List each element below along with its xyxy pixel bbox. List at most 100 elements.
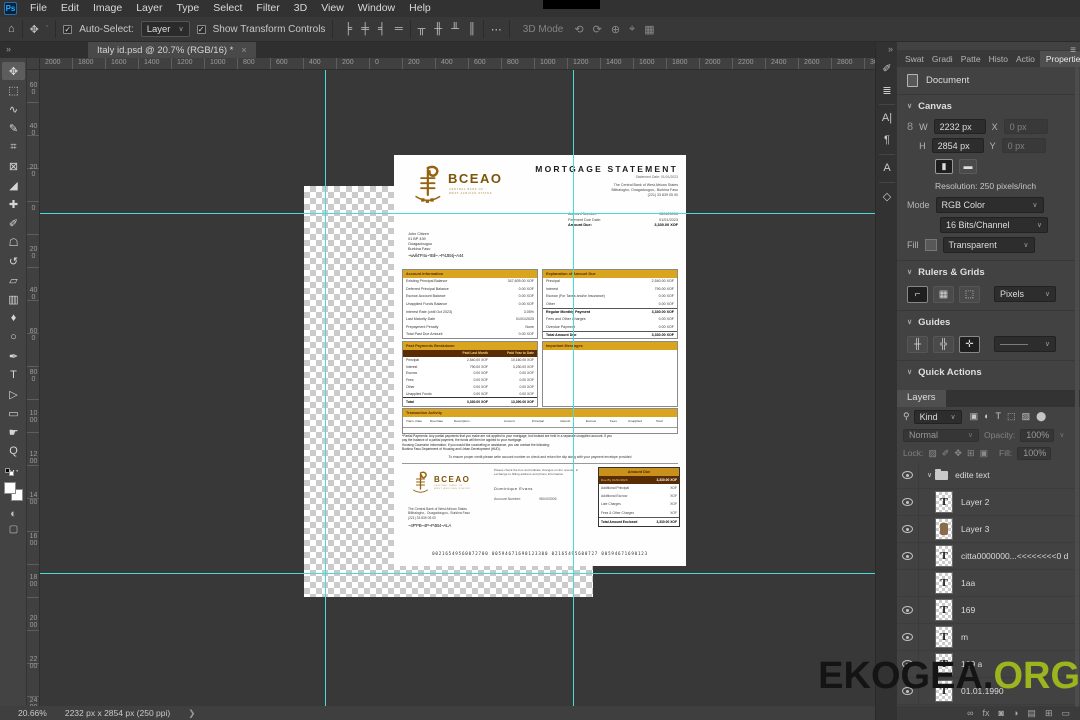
layer-visibility-cell[interactable]	[897, 623, 919, 651]
fill-input[interactable]: 100%	[1017, 446, 1052, 460]
photoshop-app-icon[interactable]: Ps	[4, 2, 17, 15]
guides-toggle-icon[interactable]: ✛	[959, 335, 980, 353]
more-options-icon[interactable]: ⋯	[491, 23, 502, 36]
path-selection-tool[interactable]: ▷	[2, 385, 25, 403]
layer-row[interactable]: T 169	[897, 596, 1080, 624]
lock-icon[interactable]: ✥	[954, 448, 962, 459]
menu-image[interactable]: Image	[86, 0, 129, 17]
show-transform-checkbox[interactable]: ✓	[196, 24, 206, 34]
brushes-panel-icon[interactable]: ✐	[876, 62, 898, 75]
vertical-guide[interactable]	[573, 70, 574, 706]
panel-tab-swat[interactable]: Swat	[902, 52, 927, 66]
history-brush-tool[interactable]: ↺	[2, 252, 25, 270]
menu-select[interactable]: Select	[206, 0, 249, 17]
panel-tab-gradi[interactable]: Gradi	[929, 52, 956, 66]
character-panel-icon[interactable]: A|	[876, 112, 898, 124]
menu-layer[interactable]: Layer	[129, 0, 169, 17]
zoom-tool[interactable]: Q	[2, 442, 25, 460]
layer-thumbnail[interactable]: T	[935, 572, 953, 594]
layer-row[interactable]: T Layer 2	[897, 488, 1080, 516]
eye-icon[interactable]	[902, 525, 913, 533]
libraries-panel-icon[interactable]: ◇	[876, 190, 898, 203]
quick-selection-tool[interactable]: ✎	[2, 119, 25, 137]
guides-toggle-icon[interactable]: ╫	[907, 335, 928, 353]
layer-visibility-cell[interactable]	[897, 596, 919, 624]
distribute-icon[interactable]: ║	[468, 23, 476, 35]
eye-icon[interactable]	[902, 471, 913, 479]
layer-mask-icon[interactable]: ◙	[999, 708, 1004, 718]
dodge-tool[interactable]: ○	[2, 328, 25, 346]
align-icon[interactable]: ═	[395, 23, 403, 35]
quick-actions-section-header[interactable]: ∨ Quick Actions	[897, 361, 1080, 383]
panel-menu-icon[interactable]: ≡	[1070, 45, 1076, 56]
eraser-tool[interactable]: ▱	[2, 271, 25, 289]
opacity-input[interactable]: 100%	[1020, 428, 1055, 442]
toolbar-collapse-icon[interactable]: »	[6, 44, 11, 54]
frame-tool[interactable]: ⊠	[2, 157, 25, 175]
canvas-x-input[interactable]: 0 px	[1003, 119, 1048, 134]
hand-tool[interactable]: ☛	[2, 423, 25, 441]
auto-select-target-dropdown[interactable]: Layer ∨	[140, 21, 190, 37]
layer-filter-icon[interactable]: ⬤	[1036, 411, 1046, 422]
layer-filter-icon[interactable]: ⬚	[1007, 411, 1016, 422]
rulers-grids-toggle-icon[interactable]: ⬚	[959, 285, 980, 303]
layer-visibility-cell[interactable]	[897, 462, 919, 489]
layer-visibility-cell[interactable]	[897, 515, 919, 543]
blur-tool[interactable]: ♦	[2, 309, 25, 327]
new-adjustment-layer-icon[interactable]: ◑	[1013, 708, 1018, 718]
menu-edit[interactable]: Edit	[54, 0, 86, 17]
layer-filter-icon[interactable]: ▣	[970, 411, 979, 422]
layer-effects-icon[interactable]: fx	[983, 708, 990, 718]
panel-scrollbar[interactable]	[1075, 67, 1079, 707]
menu-window[interactable]: Window	[351, 0, 402, 17]
menu-type[interactable]: Type	[169, 0, 206, 17]
link-layers-icon[interactable]: ∞	[967, 708, 973, 718]
layer-thumbnail[interactable]: T	[935, 626, 953, 648]
vertical-guide[interactable]	[325, 70, 326, 706]
layer-thumbnail[interactable]: T	[935, 545, 953, 567]
lock-icon[interactable]: ⊞	[967, 448, 975, 459]
layer-thumbnail[interactable]	[935, 518, 953, 540]
healing-brush-tool[interactable]: ✚	[2, 195, 25, 213]
layer-filter-icon[interactable]: ▨	[1022, 411, 1031, 422]
edit-toolbar-icon[interactable]: ⋯	[2, 461, 25, 479]
zoom-level-field[interactable]: 20.66%	[18, 708, 47, 718]
panel-tab-patte[interactable]: Patte	[958, 52, 984, 66]
move-tool[interactable]: ✥	[2, 62, 25, 80]
layer-visibility-cell[interactable]	[897, 488, 919, 516]
layer-row[interactable]: Tm	[897, 623, 1080, 651]
new-layer-icon[interactable]: ⊞	[1045, 708, 1053, 719]
home-icon[interactable]: ⌂	[8, 23, 15, 35]
glyphs-panel-icon[interactable]: A	[876, 162, 898, 174]
rulers-grids-toggle-icon[interactable]: ▦	[933, 285, 954, 303]
document-tab[interactable]: Italy id.psd @ 20.7% (RGB/16) * ×	[88, 42, 256, 58]
layer-row[interactable]: T 1aa	[897, 569, 1080, 597]
expand-panels-icon[interactable]: »	[888, 44, 893, 54]
fill-swatch[interactable]	[924, 239, 937, 251]
eye-icon[interactable]	[902, 552, 913, 560]
brush-settings-panel-icon[interactable]: ≣	[876, 84, 898, 97]
status-chevron-icon[interactable]: ❯	[188, 708, 195, 719]
gradient-tool[interactable]: ▥	[2, 290, 25, 308]
layer-visibility-cell[interactable]	[897, 542, 919, 570]
landscape-orientation-button[interactable]: ▬	[959, 158, 977, 174]
canvas-width-input[interactable]: 2232 px	[933, 119, 986, 134]
screen-mode-icon[interactable]: ▢	[0, 524, 27, 535]
layer-filter-dropdown[interactable]: Kind ∨	[913, 409, 962, 424]
lock-icon[interactable]: ✐	[942, 448, 950, 459]
horizontal-ruler[interactable]: 2000 1800 1600 1400 1200 1000 800 600 400 200 0 200…	[40, 58, 1080, 70]
foreground-background-swatches[interactable]	[4, 482, 24, 502]
color-mode-dropdown[interactable]: RGB Color ∨	[935, 197, 1044, 213]
ruler-units-dropdown[interactable]: Pixels ∨	[994, 286, 1056, 302]
pen-tool[interactable]: ✒	[2, 347, 25, 365]
close-tab-icon[interactable]: ×	[241, 45, 246, 55]
type-tool[interactable]: T	[2, 366, 25, 384]
menu-filter[interactable]: Filter	[249, 0, 286, 17]
layer-row[interactable]: Layer 3	[897, 515, 1080, 543]
canvas-y-input[interactable]: 0 px	[1001, 138, 1046, 153]
guides-section-header[interactable]: ∨ Guides	[897, 311, 1080, 333]
bit-depth-dropdown[interactable]: 16 Bits/Channel ∨	[940, 217, 1048, 233]
fill-dropdown[interactable]: Transparent ∨	[942, 237, 1035, 253]
align-icon[interactable]: ╞	[344, 23, 352, 35]
auto-select-checkbox[interactable]: ✓	[63, 24, 73, 34]
